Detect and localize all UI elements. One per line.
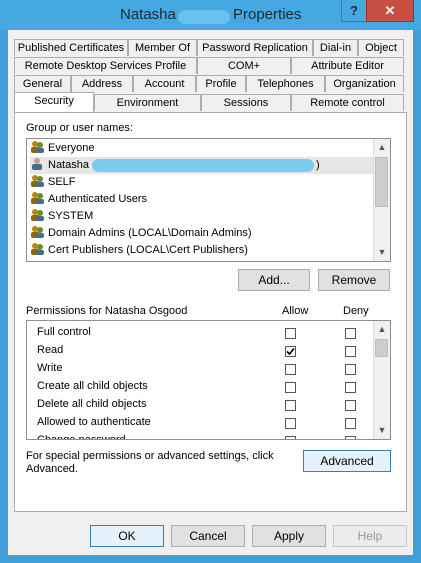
deny-checkbox-create-child[interactable] [345, 382, 356, 393]
advanced-button[interactable]: Advanced [303, 450, 391, 472]
window-title-suffix: Properties [233, 6, 302, 23]
window-title-name: Natasha [120, 6, 176, 23]
permission-name: Full control [37, 326, 91, 338]
tab-attribute-editor[interactable]: Attribute Editor [291, 57, 404, 74]
tab-organization[interactable]: Organization [325, 75, 404, 92]
allow-checkbox-write[interactable] [285, 364, 296, 375]
deny-checkbox-allowed-to-authenticate[interactable] [345, 418, 356, 429]
user-icon [30, 157, 45, 170]
scroll-up-icon[interactable]: ▲ [374, 139, 390, 156]
deny-checkbox-full-control[interactable] [345, 328, 356, 339]
tab-object[interactable]: Object [358, 39, 404, 56]
list-item[interactable]: SYSTEM [30, 208, 93, 225]
tab-dial-in[interactable]: Dial-in [313, 39, 358, 56]
group-list-scrollbar[interactable]: ▲ ▼ [373, 139, 390, 261]
advanced-help-text: For special permissions or advanced sett… [26, 450, 274, 475]
help-icon-button[interactable]: ? [341, 0, 367, 22]
tab-published-certificates[interactable]: Published Certificates [14, 39, 128, 56]
redacted-name [178, 10, 230, 24]
users-icon [30, 225, 45, 238]
permission-name: Create all child objects [37, 380, 148, 392]
list-item[interactable]: Cert Publishers (LOCAL\Cert Publishers) [30, 242, 248, 259]
allow-checkbox-read[interactable] [285, 346, 296, 357]
close-icon-button[interactable]: ✕ [366, 0, 414, 22]
deny-checkbox-change-password[interactable] [345, 436, 356, 439]
allow-checkbox-allowed-to-authenticate[interactable] [285, 418, 296, 429]
title-bar[interactable]: Natasha Properties ? ✕ [0, 0, 421, 30]
scroll-thumb[interactable] [375, 157, 388, 207]
tab-remote-desktop-services-profile[interactable]: Remote Desktop Services Profile [14, 57, 197, 74]
add-button[interactable]: Add... [238, 269, 310, 291]
list-item-label: Natasha [48, 159, 89, 171]
permissions-listbox[interactable]: Full control Read Write Create all child… [26, 320, 391, 440]
users-icon [30, 208, 45, 221]
scroll-thumb[interactable] [375, 339, 388, 357]
tab-profile[interactable]: Profile [196, 75, 246, 92]
tab-account[interactable]: Account [133, 75, 196, 92]
permission-name: Read [37, 344, 64, 356]
remove-button[interactable]: Remove [318, 269, 390, 291]
allow-checkbox-create-child[interactable] [285, 382, 296, 393]
users-icon [30, 242, 45, 255]
redacted-name [92, 159, 314, 172]
list-item-label: SYSTEM [48, 210, 94, 222]
apply-button[interactable]: Apply [252, 525, 326, 547]
list-item-label: Domain Admins (LOCAL\Domain Admins) [48, 227, 252, 239]
scroll-down-icon[interactable]: ▼ [374, 422, 390, 439]
tab-telephones[interactable]: Telephones [246, 75, 325, 92]
ok-button[interactable]: OK [90, 525, 164, 547]
users-icon [30, 191, 45, 204]
list-item-selected[interactable]: Natasha ) [30, 157, 375, 174]
list-item[interactable]: SELF [30, 174, 76, 191]
list-item[interactable]: Domain Admins (LOCAL\Domain Admins) [30, 225, 252, 242]
list-item[interactable]: Everyone [30, 140, 94, 157]
permission-name: Delete all child objects [37, 398, 147, 410]
list-item-label: SELF [48, 176, 76, 188]
allow-checkbox-change-password[interactable] [285, 436, 296, 439]
cancel-button[interactable]: Cancel [171, 525, 245, 547]
tab-com-plus[interactable]: COM+ [197, 57, 291, 74]
list-item-label: Everyone [48, 142, 95, 154]
tab-member-of[interactable]: Member Of [128, 39, 197, 56]
group-user-listbox[interactable]: Everyone Natasha ) SELF Authenticated Us… [26, 138, 391, 262]
tab-sessions[interactable]: Sessions [201, 94, 291, 111]
tab-password-replication[interactable]: Password Replication [197, 39, 313, 56]
help-button[interactable]: Help [333, 525, 407, 547]
list-item-label: Cert Publishers (LOCAL\Cert Publishers) [48, 244, 248, 256]
list-item-suffix: ) [316, 159, 320, 171]
allow-checkbox-full-control[interactable] [285, 328, 296, 339]
scroll-down-icon[interactable]: ▼ [374, 244, 390, 261]
deny-checkbox-write[interactable] [345, 364, 356, 375]
deny-checkbox-read[interactable] [345, 346, 356, 357]
permissions-label: Permissions for Natasha Osgood [26, 305, 188, 317]
tab-address[interactable]: Address [71, 75, 133, 92]
deny-header: Deny [343, 305, 369, 317]
permissions-scrollbar[interactable]: ▲ ▼ [373, 321, 390, 439]
permission-name: Change password [37, 434, 126, 440]
group-names-label: Group or user names: [26, 122, 133, 134]
allow-checkbox-delete-child[interactable] [285, 400, 296, 411]
tab-environment[interactable]: Environment [94, 94, 201, 111]
list-item-label: Authenticated Users [48, 193, 148, 205]
permission-name: Allowed to authenticate [37, 416, 151, 428]
scroll-up-icon[interactable]: ▲ [374, 321, 390, 338]
tab-security[interactable]: Security [14, 92, 94, 112]
allow-header: Allow [282, 305, 309, 317]
users-icon [30, 174, 45, 187]
permission-name: Write [37, 362, 63, 374]
checkmark-icon [286, 347, 295, 356]
deny-checkbox-delete-child[interactable] [345, 400, 356, 411]
users-icon [30, 140, 45, 153]
tab-general[interactable]: General [14, 75, 71, 92]
list-item[interactable]: Authenticated Users [30, 191, 147, 208]
tab-remote-control[interactable]: Remote control [291, 94, 404, 111]
